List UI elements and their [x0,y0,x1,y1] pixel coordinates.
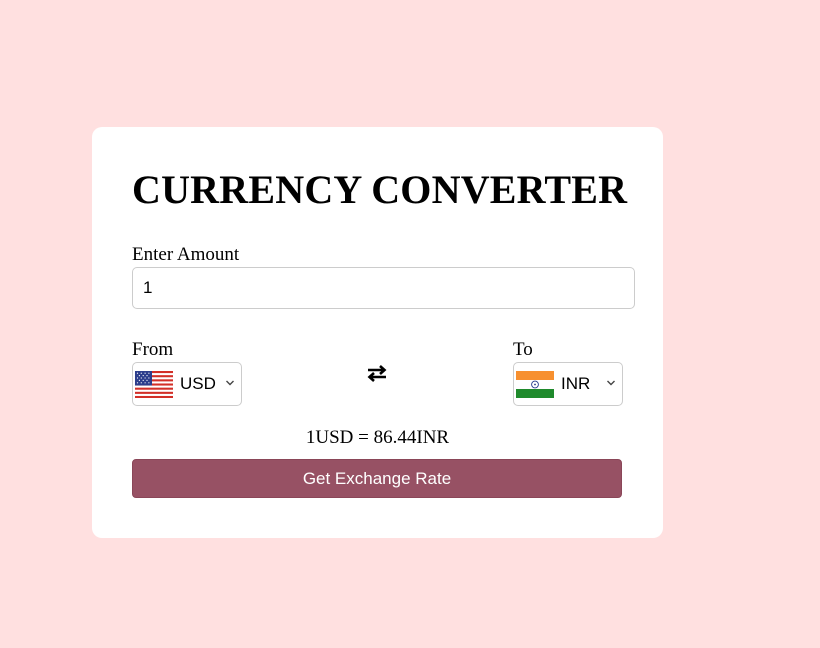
from-currency-code: USD [180,374,216,393]
page-title: CURRENCY CONVERTER [132,167,628,212]
to-currency-select[interactable]: INR [513,362,623,406]
converter-card: CURRENCY CONVERTER Enter Amount From USD [92,127,663,538]
chevron-down-icon [607,380,615,386]
get-exchange-rate-button[interactable]: Get Exchange Rate [132,459,622,498]
from-label: From [132,339,174,360]
to-label: To [513,339,533,360]
us-flag-icon [135,371,173,398]
amount-label: Enter Amount [132,244,240,265]
chevron-down-icon [226,380,234,386]
to-currency-code: INR [561,374,591,393]
swap-arrows-icon[interactable] [365,361,389,385]
exchange-rate-result: 1USD = 86.44INR [305,427,450,448]
amount-input[interactable] [132,267,635,309]
from-currency-select[interactable]: USD [132,362,242,406]
india-flag-icon [516,371,554,398]
